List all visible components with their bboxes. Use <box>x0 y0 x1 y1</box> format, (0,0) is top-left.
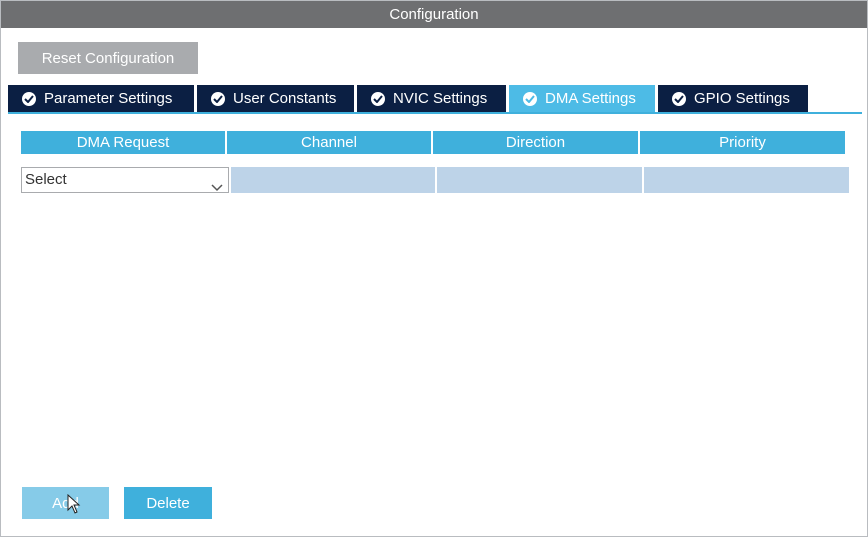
direction-cell[interactable] <box>437 167 642 193</box>
tab-parameter-settings[interactable]: Parameter Settings <box>8 85 194 112</box>
tab-underline <box>8 112 862 114</box>
chevron-down-icon <box>211 176 223 200</box>
tab-user-constants[interactable]: User Constants <box>197 85 354 112</box>
reset-configuration-button[interactable]: Reset Configuration <box>18 42 198 74</box>
window-title: Configuration <box>1 1 867 28</box>
mouse-cursor-icon <box>67 493 81 519</box>
column-header-channel[interactable]: Channel <box>227 131 431 154</box>
check-icon <box>211 91 225 106</box>
select-value: Select <box>25 171 67 188</box>
delete-button[interactable]: Delete <box>124 487 212 519</box>
tab-nvic-settings[interactable]: NVIC Settings <box>357 85 506 112</box>
table-row: Select <box>21 167 851 193</box>
check-icon <box>371 91 385 106</box>
priority-cell[interactable] <box>644 167 849 193</box>
channel-cell[interactable] <box>231 167 435 193</box>
tab-label: GPIO Settings <box>694 90 790 107</box>
tab-label: NVIC Settings <box>393 90 488 107</box>
check-icon <box>523 91 537 106</box>
add-button[interactable]: Add <box>22 487 109 519</box>
column-header-direction[interactable]: Direction <box>433 131 638 154</box>
dma-request-table: DMA Request Channel Direction Priority S… <box>21 131 851 193</box>
column-header-dma-request[interactable]: DMA Request <box>21 131 225 154</box>
tab-dma-settings[interactable]: DMA Settings <box>509 85 655 112</box>
check-icon <box>672 91 686 106</box>
tab-gpio-settings[interactable]: GPIO Settings <box>658 85 808 112</box>
check-icon <box>22 91 36 106</box>
tab-label: DMA Settings <box>545 90 636 107</box>
dma-request-select[interactable]: Select <box>21 167 229 193</box>
column-header-priority[interactable]: Priority <box>640 131 845 154</box>
table-header: DMA Request Channel Direction Priority <box>21 131 851 154</box>
settings-tabs: Parameter Settings User Constants NVIC S… <box>8 85 811 113</box>
configuration-window: Configuration Reset Configuration Parame… <box>0 0 868 537</box>
tab-label: User Constants <box>233 90 337 107</box>
tab-label: Parameter Settings <box>44 90 173 107</box>
